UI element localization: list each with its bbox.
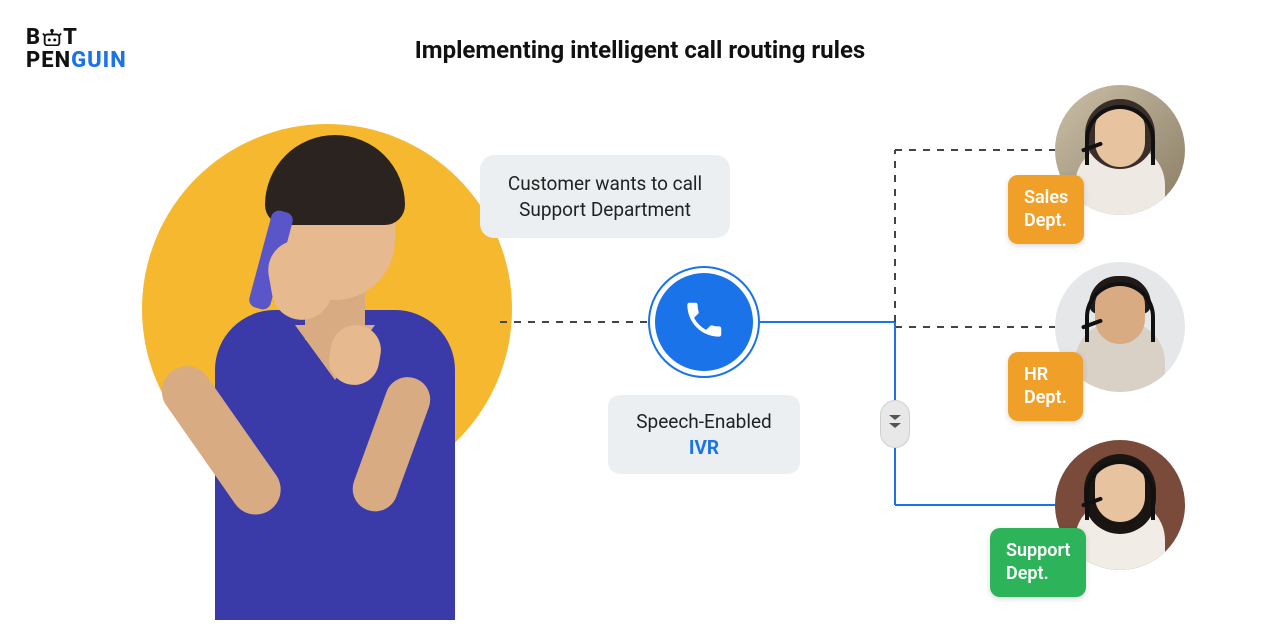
- ivr-node: [655, 273, 753, 371]
- ivr-label-line1: Speech-Enabled: [636, 410, 771, 433]
- page-title: Implementing intelligent call routing ru…: [415, 36, 865, 64]
- customer-avatar: [175, 140, 495, 620]
- logo-letter-t: T: [63, 25, 78, 50]
- logo-letter-b: B: [26, 25, 41, 50]
- logo-pen: PEN: [26, 48, 71, 73]
- phone-icon: [682, 298, 726, 346]
- brand-logo: BT PENGUIN: [26, 26, 127, 72]
- badge-line2: Dept.: [1024, 387, 1067, 408]
- badge-line2: Dept.: [1006, 563, 1049, 584]
- department-badge-hr: HR Dept.: [1008, 352, 1083, 421]
- badge-line1: Sales: [1024, 187, 1068, 208]
- ivr-label-line2: IVR: [618, 435, 790, 461]
- route-down-indicator: [880, 400, 910, 448]
- badge-line1: HR: [1024, 364, 1048, 385]
- department-badge-sales: Sales Dept.: [1008, 175, 1084, 244]
- badge-line1: Support: [1006, 540, 1070, 561]
- department-badge-support: Support Dept.: [990, 528, 1086, 597]
- badge-line2: Dept.: [1024, 210, 1067, 231]
- customer-intent-bubble: Customer wants to call Support Departmen…: [480, 155, 730, 238]
- logo-guin: GUIN: [71, 48, 127, 73]
- robot-head-icon: [41, 28, 63, 46]
- ivr-label: Speech-Enabled IVR: [608, 395, 800, 474]
- double-chevron-down-icon: [888, 416, 902, 432]
